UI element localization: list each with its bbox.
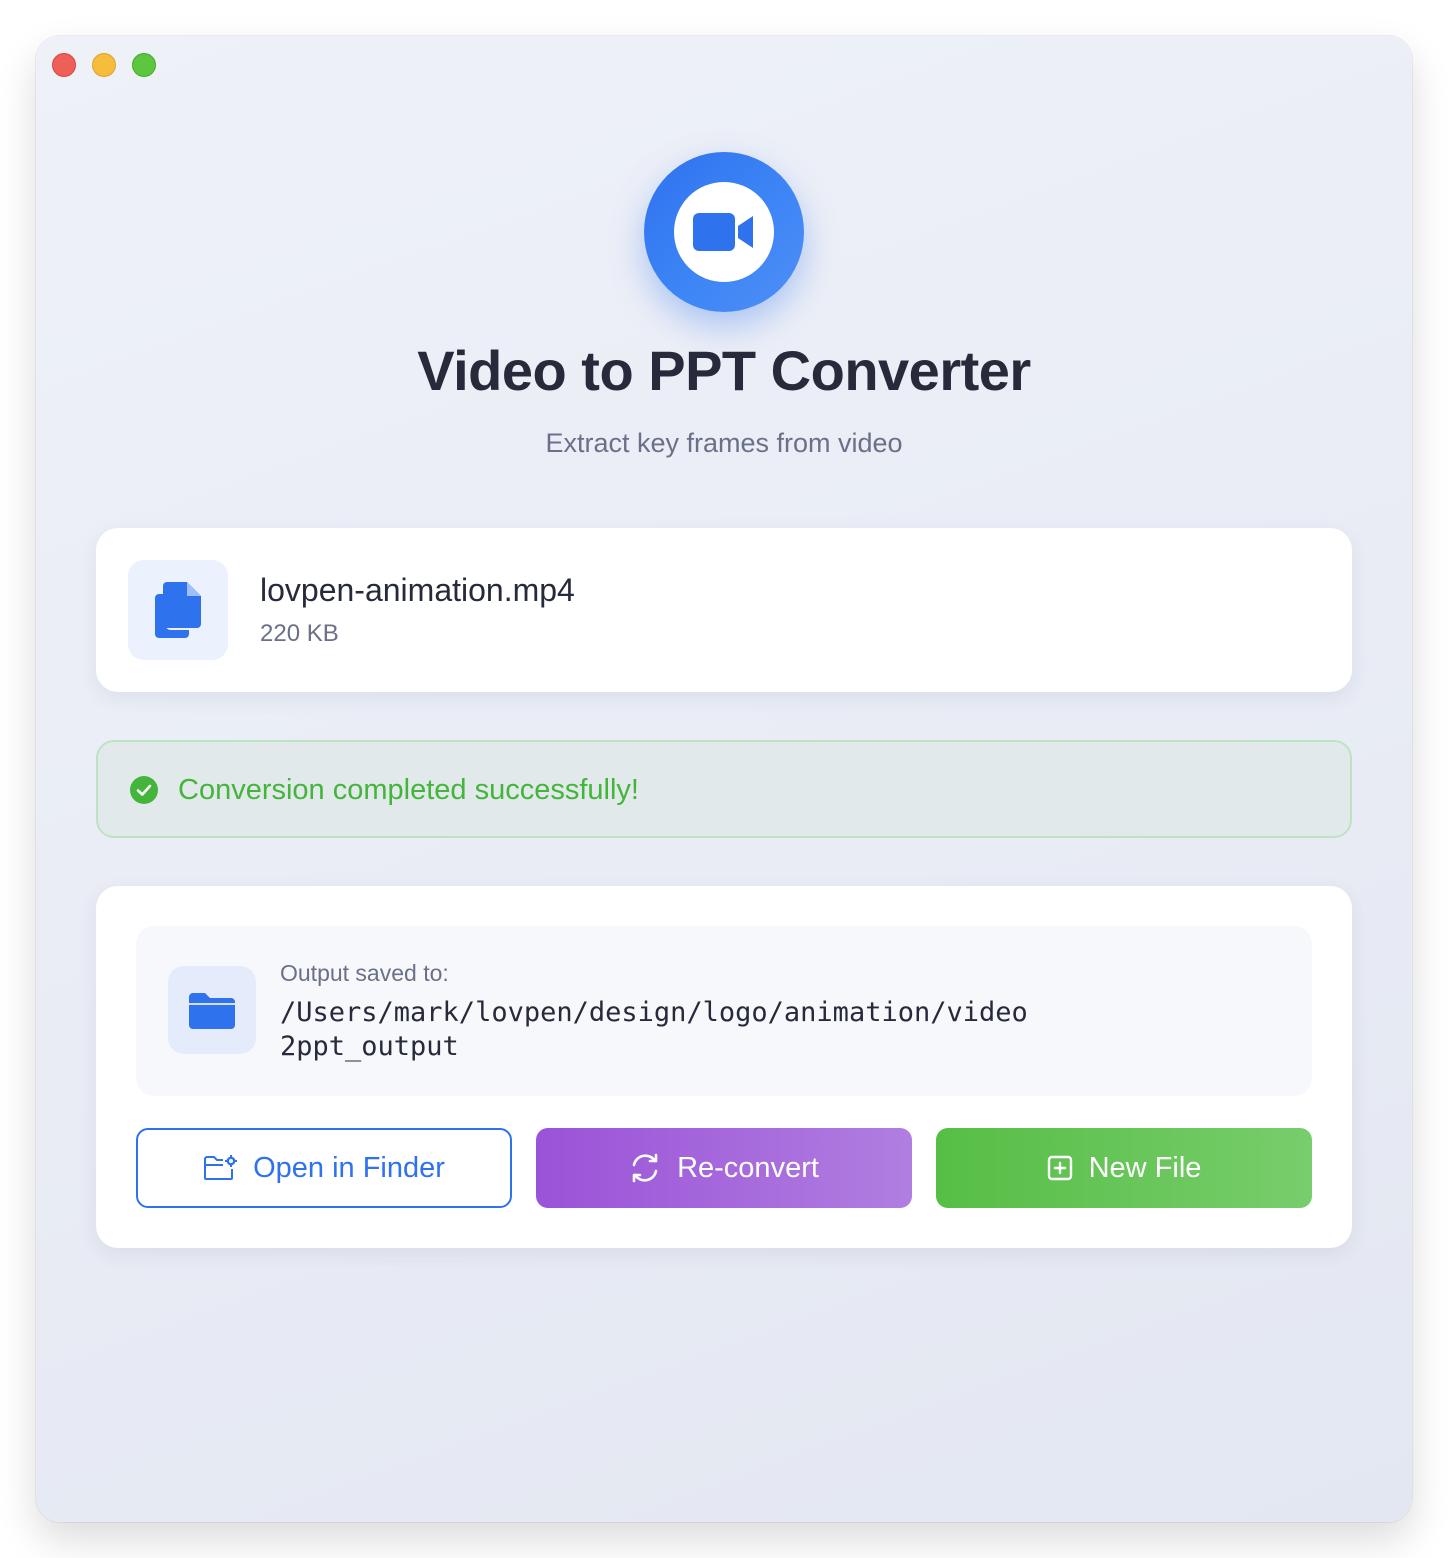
new-file-button[interactable]: New File <box>936 1128 1312 1208</box>
folder-settings-icon <box>204 1155 238 1180</box>
file-icon-box <box>128 560 228 660</box>
file-size: 220 KB <box>260 620 339 647</box>
app-logo <box>644 152 804 312</box>
plus-square-icon <box>1047 1155 1072 1181</box>
reconvert-button[interactable]: Re-convert <box>536 1128 912 1208</box>
folder-icon-box <box>168 966 256 1054</box>
app-window: Video to PPT Converter Extract key frame… <box>36 36 1412 1522</box>
open-in-finder-label: Open in Finder <box>253 1151 445 1184</box>
folder-icon <box>189 993 235 1029</box>
refresh-icon <box>632 1153 658 1183</box>
new-file-label: New File <box>1088 1151 1202 1184</box>
file-card: lovpen-animation.mp4 220 KB <box>96 528 1352 692</box>
video-camera-icon <box>693 213 753 251</box>
check-circle-icon <box>130 776 158 804</box>
output-label: Output saved to: <box>280 960 449 986</box>
output-path: /Users/mark/lovpen/design/logo/animation… <box>280 997 1028 1062</box>
output-card: Output saved to: /Users/mark/lovpen/desi… <box>96 886 1352 1248</box>
reconvert-label: Re-convert <box>677 1151 819 1184</box>
success-message: Conversion completed successfully! <box>178 774 639 806</box>
file-name: lovpen-animation.mp4 <box>260 572 575 608</box>
page-title: Video to PPT Converter <box>417 339 1031 402</box>
document-copy-icon <box>155 582 201 638</box>
open-in-finder-button[interactable]: Open in Finder <box>136 1128 512 1208</box>
output-location: Output saved to: /Users/mark/lovpen/desi… <box>136 926 1312 1096</box>
window-close-button[interactable] <box>52 53 76 77</box>
page-subtitle: Extract key frames from video <box>545 428 903 458</box>
success-banner: Conversion completed successfully! <box>96 740 1352 838</box>
window-maximize-button[interactable] <box>132 53 156 77</box>
window-minimize-button[interactable] <box>92 53 116 77</box>
